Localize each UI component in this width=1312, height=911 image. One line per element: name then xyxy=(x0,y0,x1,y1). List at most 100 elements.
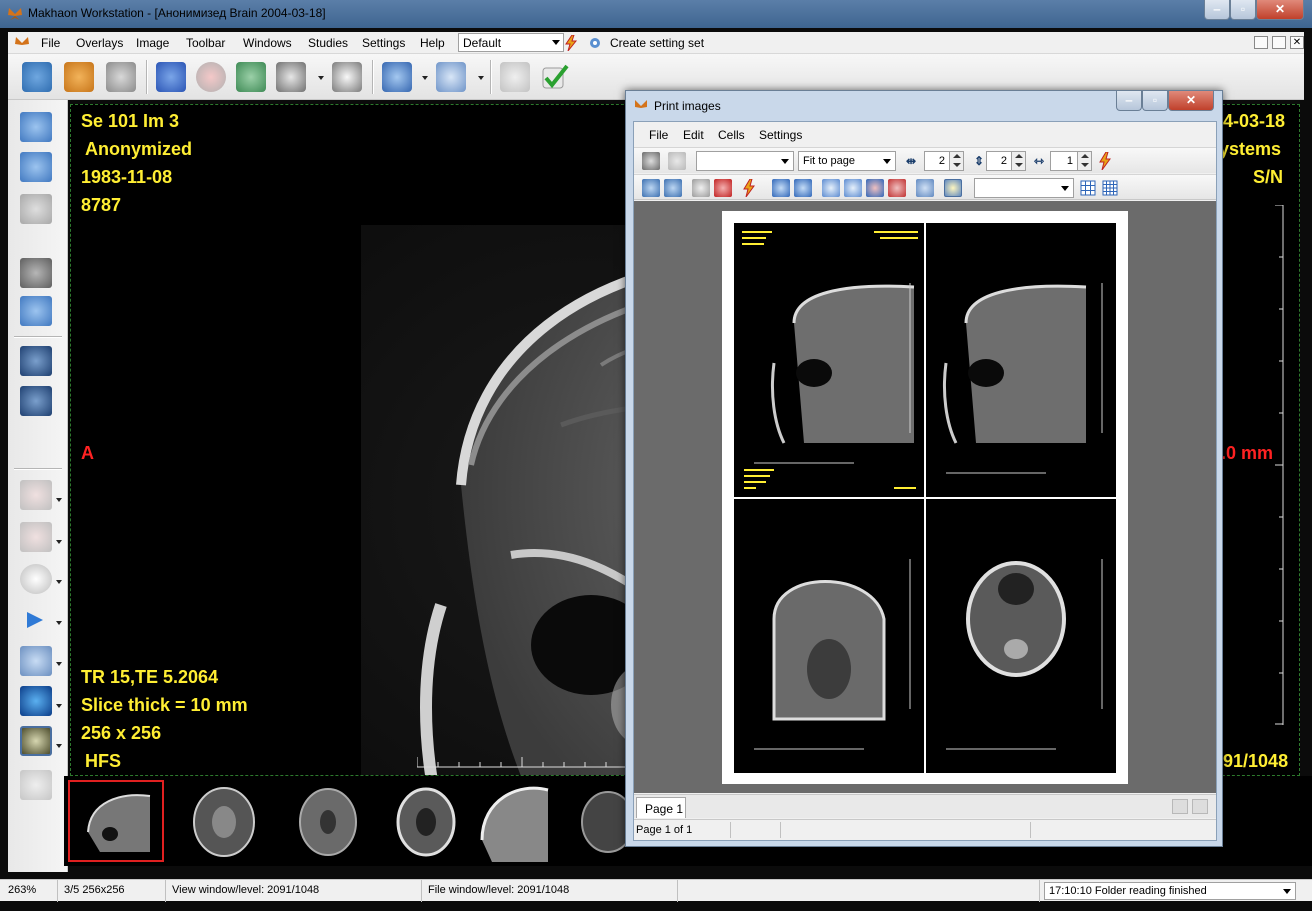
lightning-icon[interactable] xyxy=(564,35,578,51)
printer-select[interactable] xyxy=(696,151,794,171)
close-button[interactable]: ✕ xyxy=(1256,0,1304,20)
magnifier-icon[interactable] xyxy=(20,564,52,594)
gear-icon[interactable] xyxy=(588,36,602,50)
open-study-icon[interactable] xyxy=(64,62,94,92)
app-menu-icon[interactable] xyxy=(14,36,30,50)
menu-settings[interactable]: Settings xyxy=(362,36,405,50)
dialog-close-button[interactable]: ✕ xyxy=(1168,91,1214,111)
tab-page-1[interactable]: Page 1 xyxy=(636,797,686,818)
align-icon[interactable] xyxy=(916,179,934,197)
crop-icon[interactable] xyxy=(20,770,52,800)
sync-dropdown-icon[interactable] xyxy=(478,76,484,80)
thumbnail-series-4[interactable] xyxy=(378,780,474,862)
patient-info-icon[interactable] xyxy=(20,296,52,326)
copy-page-icon[interactable] xyxy=(664,179,682,197)
magnifier-dropdown-icon[interactable] xyxy=(56,580,62,584)
menu-overlays[interactable]: Overlays xyxy=(76,36,123,50)
dialog-minimize-button[interactable]: ‒ xyxy=(1116,91,1142,111)
thumbnail-series-5[interactable] xyxy=(468,780,564,862)
measure-line-icon[interactable] xyxy=(20,480,52,510)
export-usb-icon[interactable] xyxy=(156,62,186,92)
eraser-icon[interactable] xyxy=(692,179,710,197)
grid-large-icon[interactable] xyxy=(1102,180,1118,196)
measure-angle-icon[interactable] xyxy=(20,522,52,552)
angle-dropdown-icon[interactable] xyxy=(56,540,62,544)
series-icon[interactable] xyxy=(20,194,52,224)
monitor-icon[interactable] xyxy=(20,686,52,716)
next-patient-icon[interactable] xyxy=(20,152,52,182)
window-level-dropdown-icon[interactable] xyxy=(56,744,62,748)
monitor-dropdown-icon[interactable] xyxy=(56,704,62,708)
print-images-dialog[interactable]: Print images ‒ ▫ ✕ File Edit Cells Setti… xyxy=(625,90,1223,847)
columns-spinner[interactable]: 2 xyxy=(924,151,964,171)
thumbnail-series-2[interactable] xyxy=(176,780,272,862)
menu-windows[interactable]: Windows xyxy=(243,36,292,50)
minimize-button[interactable]: ‒ xyxy=(1204,0,1230,20)
maximize-button[interactable]: ▫ xyxy=(1230,0,1256,20)
play-cine-icon[interactable] xyxy=(24,610,46,630)
fit-cell-icon[interactable] xyxy=(822,179,840,197)
thumbnail-series-1[interactable] xyxy=(68,780,164,862)
spinner-arrows-icon[interactable] xyxy=(949,152,963,170)
portrait-icon[interactable] xyxy=(772,179,790,197)
status-message-select[interactable]: 17:10:10 Folder reading finished xyxy=(1044,882,1296,900)
sort-asc-icon[interactable] xyxy=(866,179,884,197)
print-cell-axial[interactable] xyxy=(926,499,1116,773)
sort-desc-icon[interactable] xyxy=(888,179,906,197)
print-preview-canvas[interactable] xyxy=(634,201,1216,793)
layout-single-icon[interactable] xyxy=(20,386,52,416)
lightning-icon[interactable] xyxy=(1098,152,1112,170)
print-cell-sagittal-2[interactable] xyxy=(926,223,1116,497)
dialog-menu-cells[interactable]: Cells xyxy=(718,128,745,142)
copies-spinner[interactable]: 1 xyxy=(1050,151,1092,171)
tab-scroll-left-button[interactable] xyxy=(1172,799,1188,814)
preview-toggle-icon[interactable] xyxy=(944,179,962,197)
dialog-menu-edit[interactable]: Edit xyxy=(683,128,704,142)
landscape-icon[interactable] xyxy=(794,179,812,197)
network-query-icon[interactable] xyxy=(382,62,412,92)
menu-help[interactable]: Help xyxy=(420,36,445,50)
mdi-restore-button[interactable] xyxy=(1272,36,1286,49)
next-series-icon[interactable] xyxy=(20,258,52,288)
grid-icon[interactable] xyxy=(1080,180,1096,196)
cine-dropdown-icon[interactable] xyxy=(56,621,62,625)
anonymize-icon[interactable] xyxy=(500,62,530,92)
delete-page-icon[interactable] xyxy=(714,179,732,197)
printer-icon[interactable] xyxy=(642,152,660,170)
menu-toolbar[interactable]: Toolbar xyxy=(186,36,225,50)
preset-select[interactable]: Default xyxy=(458,33,564,52)
network-dropdown-icon[interactable] xyxy=(422,76,428,80)
layout-grid-icon[interactable] xyxy=(20,346,52,376)
menu-studies[interactable]: Studies xyxy=(308,36,348,50)
spinner-arrows-icon[interactable] xyxy=(1011,152,1025,170)
save-icon[interactable] xyxy=(668,152,686,170)
layout-select[interactable] xyxy=(974,178,1074,198)
print-icon[interactable] xyxy=(276,62,306,92)
rotate-icon[interactable] xyxy=(20,646,52,676)
menu-file[interactable]: File xyxy=(41,36,60,50)
dialog-menu-settings[interactable]: Settings xyxy=(759,128,802,142)
check-icon[interactable] xyxy=(540,62,570,92)
print-cell-sagittal-1[interactable] xyxy=(734,223,924,497)
dialog-menu-file[interactable]: File xyxy=(649,128,668,142)
menu-image[interactable]: Image xyxy=(136,36,169,50)
create-setting-set-link[interactable]: Create setting set xyxy=(610,36,704,50)
open-folder-icon[interactable] xyxy=(22,62,52,92)
spinner-arrows-icon[interactable] xyxy=(1077,152,1091,170)
sync-icon[interactable] xyxy=(436,62,466,92)
add-page-icon[interactable] xyxy=(642,179,660,197)
measure-dropdown-icon[interactable] xyxy=(56,498,62,502)
rows-spinner[interactable]: 2 xyxy=(986,151,1026,171)
mdi-minimize-button[interactable] xyxy=(1254,36,1268,49)
lightning-icon[interactable] xyxy=(742,179,756,197)
prev-patient-icon[interactable] xyxy=(20,112,52,142)
scanner-icon[interactable] xyxy=(332,62,362,92)
thumbnail-series-3[interactable] xyxy=(280,780,376,862)
window-level-icon[interactable] xyxy=(20,726,52,756)
burn-cd-icon[interactable] xyxy=(196,62,226,92)
fill-cell-icon[interactable] xyxy=(844,179,862,197)
edit-study-icon[interactable] xyxy=(106,62,136,92)
mdi-close-button[interactable]: ✕ xyxy=(1290,36,1304,49)
send-pacs-icon[interactable] xyxy=(236,62,266,92)
tab-scroll-right-button[interactable] xyxy=(1192,799,1208,814)
